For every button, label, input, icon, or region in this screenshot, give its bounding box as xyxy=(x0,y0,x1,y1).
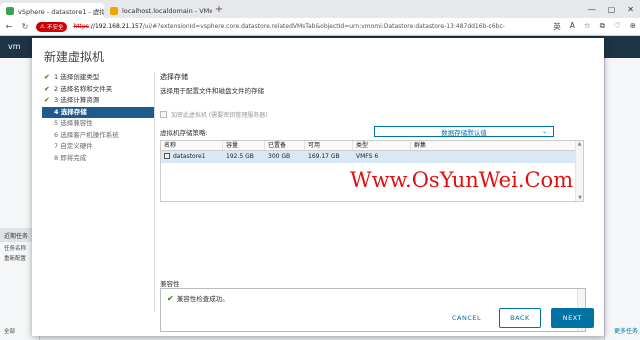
step-select-creation-type[interactable]: ✔ 1 选择创建类型 xyxy=(42,72,154,84)
insecure-label: 不安全 xyxy=(46,24,64,31)
next-button[interactable]: NEXT xyxy=(550,308,594,328)
window-controls: — ▢ ✕ xyxy=(588,5,640,14)
check-icon: ✔ xyxy=(44,96,50,104)
address-bar-icons: 英 A ☆ ⧉ ♡ ⊕ xyxy=(553,21,636,32)
wizard-steps: ✔ 1 选择创建类型 ✔ 2 选择名称和文件夹 ✔ 3 选择计算资源 4 选择存储 5… xyxy=(42,72,154,164)
refresh-icon[interactable]: ↻ xyxy=(20,22,30,31)
vsphere-favicon-icon xyxy=(6,6,14,15)
step-label: 2 选择名称和文件夹 xyxy=(54,84,113,93)
step-label: 3 选择计算资源 xyxy=(54,96,100,104)
close-window-icon[interactable]: ✕ xyxy=(627,5,634,14)
steps-divider xyxy=(154,72,155,312)
tab-esxi[interactable]: localhost.localdomain - VMware ✕ xyxy=(104,3,212,18)
url-scheme: https xyxy=(73,23,89,30)
col-provisioned[interactable]: 已置备 xyxy=(265,141,305,150)
table-scrollbar[interactable]: ▲ ▼ xyxy=(575,141,583,201)
datastore-icon xyxy=(164,153,170,159)
watermark: Www.OsYunWei.Com xyxy=(350,168,574,192)
wizard-actions: CANCEL BACK NEXT xyxy=(444,308,594,328)
col-type[interactable]: 类型 xyxy=(353,141,411,150)
more-tasks-link[interactable]: 更多任务 xyxy=(614,326,638,335)
compatibility-title: 兼容性 xyxy=(160,280,180,288)
step-select-compatibility[interactable]: 5 选择兼容性 xyxy=(42,118,154,130)
step-label: 6 选择客户机操作系统 xyxy=(54,130,119,139)
encrypt-checkbox xyxy=(160,111,167,118)
url-input[interactable]: https://192.168.21.157/ui/#?extensionId=… xyxy=(73,23,547,30)
browser-tab-bar: vSphere - datastore1 - 虚拟机 ✕ localhost.l… xyxy=(0,0,640,18)
step-ready-to-complete[interactable]: 8 即将完成 xyxy=(42,153,154,165)
right-pane xyxy=(604,58,640,340)
step-label: 4 选择存储 xyxy=(54,107,87,116)
step-select-guest-os[interactable]: 6 选择客户机操作系统 xyxy=(42,130,154,142)
table-header: 名称 容量 已置备 可用 类型 群集 xyxy=(161,141,583,151)
translate-icon[interactable]: 英 xyxy=(553,21,561,32)
url-host: ://192.168.21.157 xyxy=(88,23,143,30)
success-check-icon: ✔ xyxy=(167,293,174,303)
cell-capacity: 192.5 GB xyxy=(226,153,254,160)
table-row[interactable]: datastore1 192.5 GB 300 GB 169.17 GB VMF… xyxy=(161,151,583,163)
storage-policy-label: 虚拟机存储策略: xyxy=(160,128,208,137)
section-subtitle: 选择用于配置文件和磁盘文件的存储 xyxy=(160,87,264,95)
warning-icon: ⚠ xyxy=(40,23,45,30)
cell-free: 169.17 GB xyxy=(308,153,340,160)
wizard-title: 新建虚拟机 xyxy=(44,50,105,64)
split-screen-icon[interactable]: ⧉ xyxy=(600,21,605,32)
vmware-logo[interactable]: vm xyxy=(8,42,21,51)
storage-policy-value: 数据存储默认值 xyxy=(441,128,487,137)
storage-policy-row: 虚拟机存储策略: 数据存储默认值 ⌄ xyxy=(160,126,592,137)
read-aloud-icon[interactable]: A xyxy=(570,21,575,32)
back-arrow-icon[interactable]: ← xyxy=(4,22,14,31)
check-icon: ✔ xyxy=(44,73,50,81)
cell-type: VMFS 6 xyxy=(356,153,379,160)
step-label: 7 自定义硬件 xyxy=(54,142,93,150)
url-path: /ui/#?extensionId=vsphere.core.datastore… xyxy=(142,23,505,30)
col-name[interactable]: 名称 xyxy=(161,141,223,150)
cell-cluster xyxy=(411,151,583,163)
encrypt-vm-option: 加密此虚拟机 (需要密钥管理服务器) xyxy=(160,110,268,119)
maximize-icon[interactable]: ▢ xyxy=(608,5,616,14)
address-bar: ← ↻ ⚠ 不安全 https://192.168.21.157/ui/#?ex… xyxy=(0,18,640,36)
step-select-name-folder[interactable]: ✔ 2 选择名称和文件夹 xyxy=(42,84,154,96)
step-select-compute[interactable]: ✔ 3 选择计算资源 xyxy=(42,95,154,107)
col-capacity[interactable]: 容量 xyxy=(223,141,265,150)
step-select-storage[interactable]: 4 选择存储 xyxy=(42,106,154,118)
tab-vsphere[interactable]: vSphere - datastore1 - 虚拟机 ✕ xyxy=(0,3,104,18)
section-title: 选择存储 xyxy=(160,73,188,81)
storage-policy-select[interactable]: 数据存储默认值 ⌄ xyxy=(374,126,554,137)
extensions-icon[interactable]: ⊕ xyxy=(630,21,636,32)
cell-provisioned: 300 GB xyxy=(268,153,291,160)
step-label: 8 即将完成 xyxy=(54,153,87,162)
back-button[interactable]: BACK xyxy=(499,308,541,328)
step-customize-hardware[interactable]: 7 自定义硬件 xyxy=(42,141,154,153)
tab-label: vSphere - datastore1 - 虚拟机 xyxy=(18,7,104,16)
step-label: 5 选择兼容性 xyxy=(54,119,93,127)
tab-label: localhost.localdomain - VMware xyxy=(122,6,212,15)
cancel-button[interactable]: CANCEL xyxy=(444,309,489,327)
favorites-icon[interactable]: ♡ xyxy=(614,21,621,32)
chevron-down-icon: ⌄ xyxy=(541,128,547,135)
compatibility-message: 兼容性检查成功。 xyxy=(176,295,229,303)
new-tab-button[interactable]: + xyxy=(212,4,226,15)
compatibility-status: ✔ 兼容性检查成功。 xyxy=(167,293,229,304)
step-label: 1 选择创建类型 xyxy=(54,73,100,81)
minimize-icon[interactable]: — xyxy=(588,5,596,14)
col-free[interactable]: 可用 xyxy=(305,141,353,150)
favorite-star-icon[interactable]: ☆ xyxy=(584,21,591,32)
check-icon: ✔ xyxy=(44,84,50,93)
scroll-down-icon[interactable]: ▼ xyxy=(576,195,584,201)
insecure-badge[interactable]: ⚠ 不安全 xyxy=(36,21,68,32)
wizard-content: 选择存储 选择用于配置文件和磁盘文件的存储 加密此虚拟机 (需要密钥管理服务器)… xyxy=(160,72,592,332)
col-cluster[interactable]: 群集 xyxy=(411,141,583,150)
esxi-favicon-icon xyxy=(110,6,118,15)
cell-name: datastore1 xyxy=(161,151,223,163)
scroll-up-icon[interactable]: ▲ xyxy=(576,141,583,147)
cell-name-text: datastore1 xyxy=(173,153,206,160)
encrypt-label: 加密此虚拟机 (需要密钥管理服务器) xyxy=(171,112,268,119)
